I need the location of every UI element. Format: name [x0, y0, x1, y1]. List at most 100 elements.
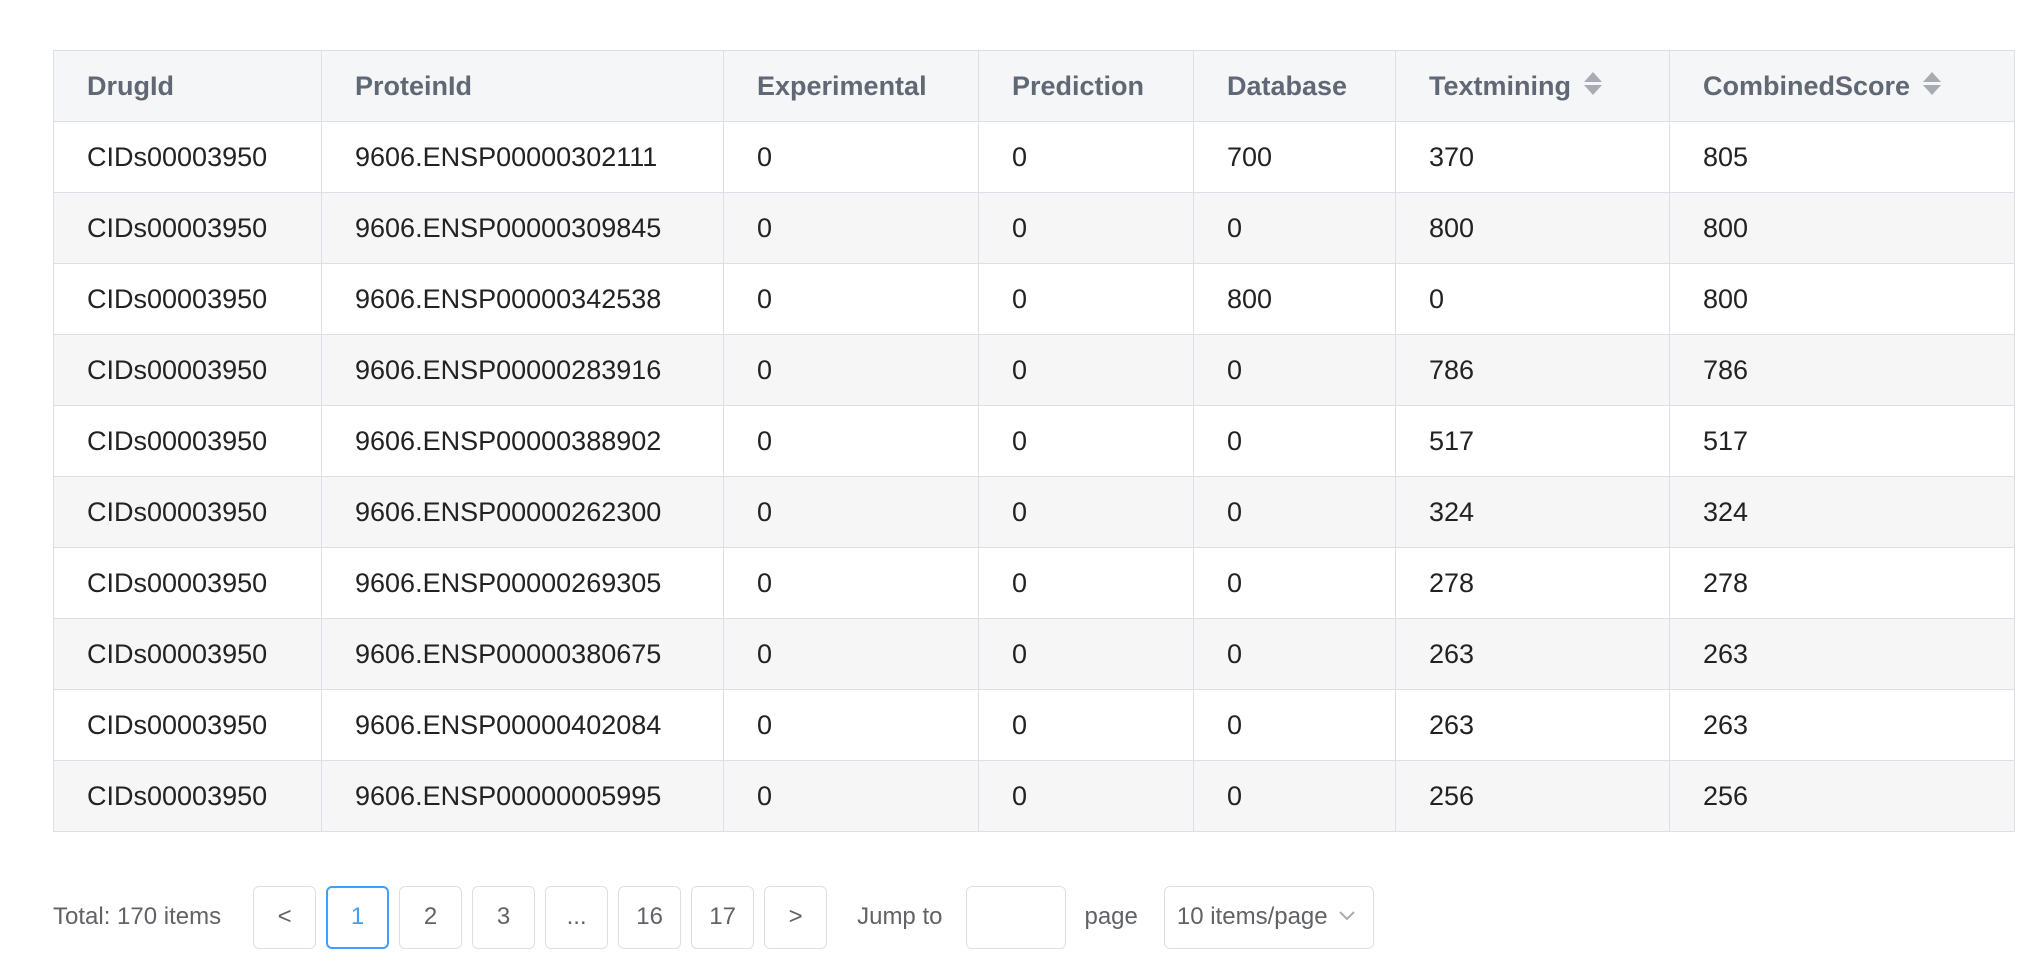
- table-row: CIDs00003950 9606.ENSP00000269305 0 0 0 278 27…: [53, 547, 2015, 619]
- cell-prediction: 0: [978, 618, 1194, 690]
- page-label: page: [1084, 903, 1138, 930]
- cell-combinedscore: 278: [1669, 547, 2015, 619]
- cell-drugid: CIDs00003950: [53, 547, 322, 619]
- column-header-combinedscore[interactable]: CombinedScore: [1669, 50, 2015, 122]
- cell-drugid: CIDs00003950: [53, 618, 322, 690]
- cell-drugid: CIDs00003950: [53, 263, 322, 335]
- jump-to-label: Jump to: [857, 903, 943, 930]
- cell-combinedscore: 805: [1669, 121, 2015, 193]
- table-row: CIDs00003950 9606.ENSP00000309845 0 0 0 800 80…: [53, 192, 2015, 264]
- cell-prediction: 0: [978, 334, 1194, 406]
- cell-prediction: 0: [978, 760, 1194, 832]
- cell-database: 0: [1193, 618, 1396, 690]
- cell-drugid: CIDs00003950: [53, 689, 322, 761]
- table-header-row: DrugId ProteinId Experimental Prediction…: [53, 50, 2015, 122]
- page-button-17[interactable]: 17: [691, 885, 755, 949]
- prev-page-button[interactable]: <: [253, 885, 317, 949]
- table-row: CIDs00003950 9606.ENSP00000283916 0 0 0 786 78…: [53, 334, 2015, 406]
- page-button-1[interactable]: 1: [326, 885, 390, 949]
- cell-combinedscore: 517: [1669, 405, 2015, 477]
- next-page-button[interactable]: >: [764, 885, 828, 949]
- cell-proteinid: 9606.ENSP00000388902: [321, 405, 724, 477]
- cell-experimental: 0: [723, 760, 979, 832]
- page-size-select[interactable]: 10 items/page: [1163, 885, 1374, 949]
- cell-experimental: 0: [723, 476, 979, 548]
- table-body: CIDs00003950 9606.ENSP00000302111 0 0 700 370…: [53, 121, 2015, 832]
- table-row: CIDs00003950 9606.ENSP00000388902 0 0 0 517 51…: [53, 405, 2015, 477]
- table-row: CIDs00003950 9606.ENSP00000402084 0 0 0 263 26…: [53, 689, 2015, 761]
- cell-textmining: 263: [1395, 689, 1670, 761]
- cell-database: 700: [1193, 121, 1396, 193]
- cell-drugid: CIDs00003950: [53, 121, 322, 193]
- cell-proteinid: 9606.ENSP00000005995: [321, 760, 724, 832]
- cell-textmining: 786: [1395, 334, 1670, 406]
- table-row: CIDs00003950 9606.ENSP00000302111 0 0 700 370…: [53, 121, 2015, 193]
- table-row: CIDs00003950 9606.ENSP00000262300 0 0 0 324 32…: [53, 476, 2015, 548]
- sort-icon[interactable]: [1583, 70, 1603, 98]
- cell-textmining: 263: [1395, 618, 1670, 690]
- cell-proteinid: 9606.ENSP00000283916: [321, 334, 724, 406]
- cell-experimental: 0: [723, 547, 979, 619]
- table-row: CIDs00003950 9606.ENSP00000380675 0 0 0 263 26…: [53, 618, 2015, 690]
- cell-experimental: 0: [723, 689, 979, 761]
- page-button-2[interactable]: 2: [399, 885, 463, 949]
- cell-textmining: 370: [1395, 121, 1670, 193]
- cell-prediction: 0: [978, 547, 1194, 619]
- page-button-3[interactable]: 3: [472, 885, 536, 949]
- cell-experimental: 0: [723, 405, 979, 477]
- cell-proteinid: 9606.ENSP00000342538: [321, 263, 724, 335]
- cell-combinedscore: 263: [1669, 618, 2015, 690]
- cell-experimental: 0: [723, 192, 979, 264]
- cell-database: 0: [1193, 405, 1396, 477]
- column-header-database: Database: [1193, 50, 1396, 122]
- results-table: DrugId ProteinId Experimental Prediction…: [53, 50, 2015, 832]
- cell-textmining: 800: [1395, 192, 1670, 264]
- page-size-value: 10 items/page: [1176, 903, 1328, 930]
- cell-experimental: 0: [723, 121, 979, 193]
- sort-icon[interactable]: [1922, 70, 1942, 98]
- cell-combinedscore: 800: [1669, 263, 2015, 335]
- total-items-count: Total: 170 items: [53, 903, 222, 930]
- table-row: CIDs00003950 9606.ENSP00000005995 0 0 0 256 25…: [53, 760, 2015, 832]
- cell-experimental: 0: [723, 263, 979, 335]
- cell-textmining: 517: [1395, 405, 1670, 477]
- cell-drugid: CIDs00003950: [53, 334, 322, 406]
- column-header-prediction: Prediction: [978, 50, 1194, 122]
- column-header-drugid: DrugId: [53, 50, 322, 122]
- cell-drugid: CIDs00003950: [53, 760, 322, 832]
- cell-proteinid: 9606.ENSP00000302111: [321, 121, 724, 193]
- cell-database: 0: [1193, 547, 1396, 619]
- cell-prediction: 0: [978, 121, 1194, 193]
- cell-database: 0: [1193, 192, 1396, 264]
- column-header-experimental: Experimental: [723, 50, 979, 122]
- cell-textmining: 0: [1395, 263, 1670, 335]
- cell-database: 0: [1193, 334, 1396, 406]
- cell-prediction: 0: [978, 192, 1194, 264]
- cell-proteinid: 9606.ENSP00000262300: [321, 476, 724, 548]
- chevron-down-icon: [1339, 910, 1355, 920]
- cell-prediction: 0: [978, 263, 1194, 335]
- cell-database: 800: [1193, 263, 1396, 335]
- page-button-16[interactable]: 16: [618, 885, 682, 949]
- cell-combinedscore: 800: [1669, 192, 2015, 264]
- column-header-textmining[interactable]: Textmining: [1395, 50, 1670, 122]
- cell-textmining: 278: [1395, 547, 1670, 619]
- cell-drugid: CIDs00003950: [53, 476, 322, 548]
- cell-proteinid: 9606.ENSP00000380675: [321, 618, 724, 690]
- results-table-container: DrugId ProteinId Experimental Prediction…: [53, 50, 2015, 832]
- cell-combinedscore: 256: [1669, 760, 2015, 832]
- cell-proteinid: 9606.ENSP00000269305: [321, 547, 724, 619]
- cell-prediction: 0: [978, 476, 1194, 548]
- cell-proteinid: 9606.ENSP00000402084: [321, 689, 724, 761]
- cell-drugid: CIDs00003950: [53, 405, 322, 477]
- cell-prediction: 0: [978, 405, 1194, 477]
- page-ellipsis-button[interactable]: ...: [545, 885, 609, 949]
- cell-textmining: 324: [1395, 476, 1670, 548]
- cell-experimental: 0: [723, 334, 979, 406]
- jump-to-page-input[interactable]: [966, 885, 1067, 949]
- cell-combinedscore: 324: [1669, 476, 2015, 548]
- cell-proteinid: 9606.ENSP00000309845: [321, 192, 724, 264]
- cell-database: 0: [1193, 476, 1396, 548]
- cell-combinedscore: 263: [1669, 689, 2015, 761]
- column-header-proteinid: ProteinId: [321, 50, 724, 122]
